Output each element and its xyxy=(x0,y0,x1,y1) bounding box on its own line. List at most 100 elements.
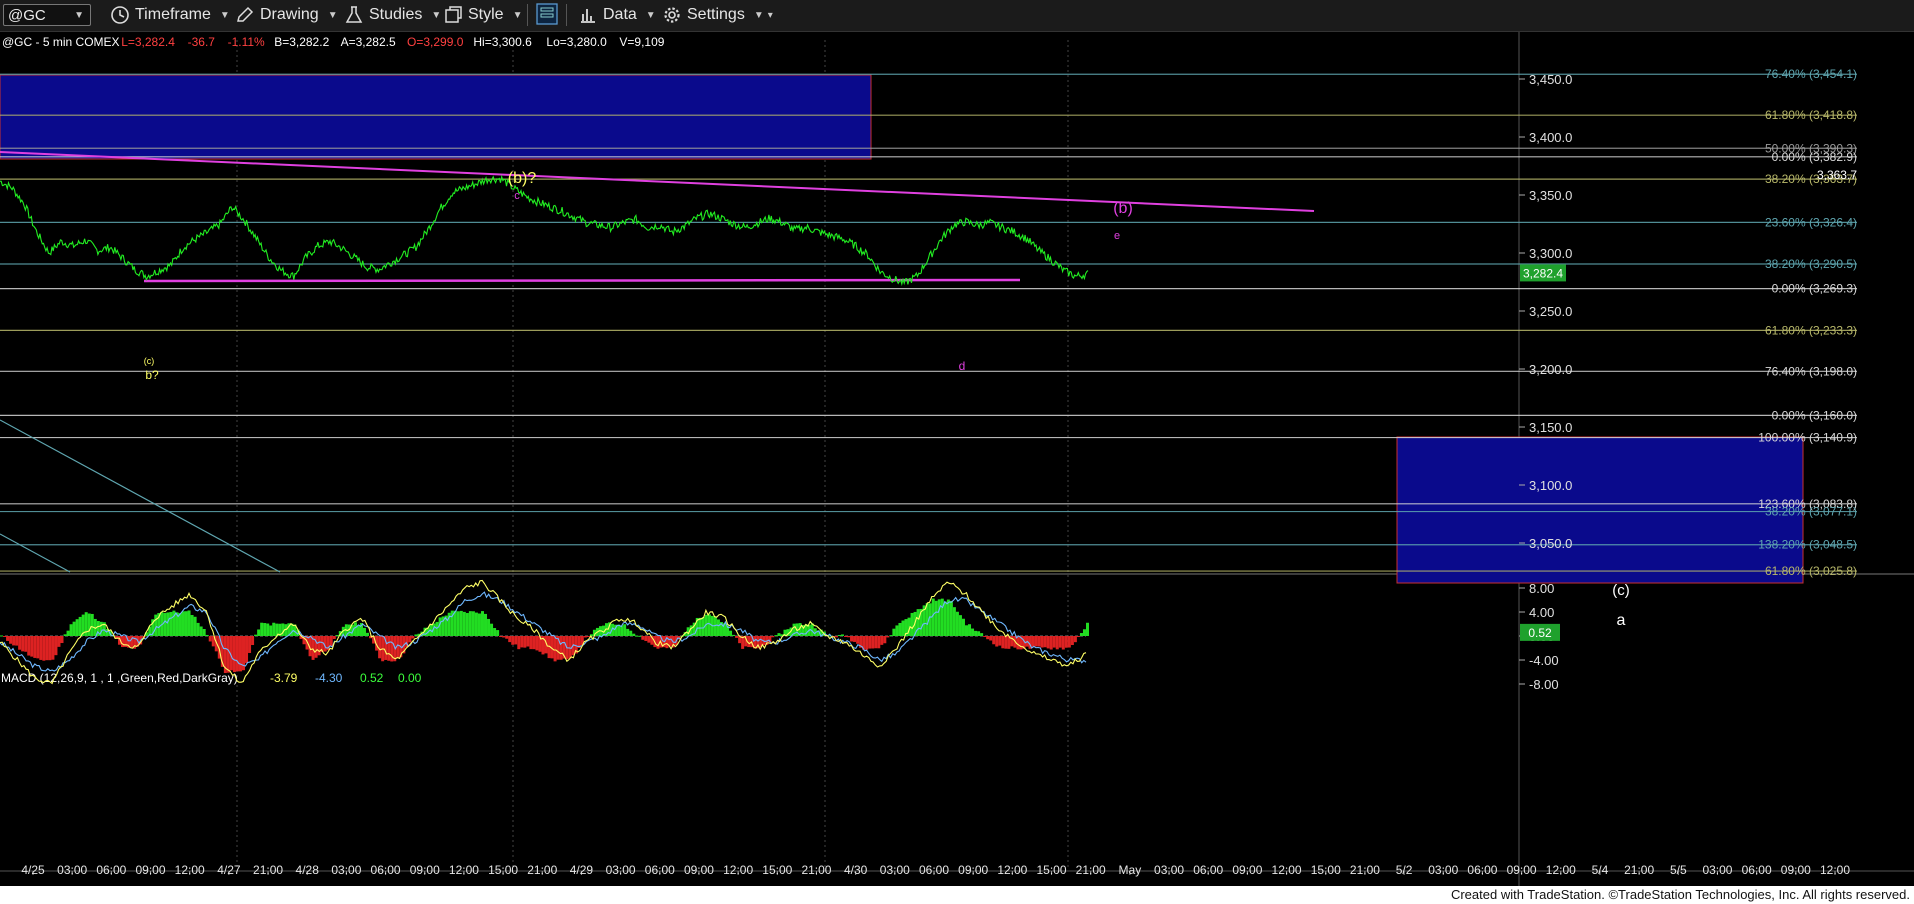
macd-histogram-bar xyxy=(66,630,70,636)
macd-histogram-bar xyxy=(9,636,13,644)
macd-histogram-bar xyxy=(623,624,627,636)
fib-label: 38.20% (3,290.5) xyxy=(1765,257,1857,271)
macd-histogram-bar xyxy=(226,636,230,673)
macd-histogram-bar xyxy=(958,615,962,636)
macd-histogram-bar xyxy=(87,613,91,636)
layout-button[interactable] xyxy=(535,3,564,25)
macd-histogram-bar xyxy=(18,636,22,650)
macd-histogram-bar xyxy=(21,636,25,652)
x-tick-label: 15:00 xyxy=(488,863,518,877)
x-tick-label: 12:00 xyxy=(723,863,753,877)
macd-histogram-bar xyxy=(974,630,978,636)
x-tick-label: 03:00 xyxy=(1428,863,1458,877)
macd-histogram-bar xyxy=(586,636,590,637)
x-tick-label: 12:00 xyxy=(175,863,205,877)
macd-histogram-bar xyxy=(33,636,37,658)
macd-y-tick-label: 4.00 xyxy=(1529,605,1554,620)
macd-histogram-bar xyxy=(889,635,893,637)
macd-histogram-bar xyxy=(1001,636,1005,649)
macd-histogram-bar xyxy=(877,636,881,649)
price-chart[interactable]: @GC - 5 min COMEX L=3,282.4 -36.7 -1.11% B=3… xyxy=(0,32,1914,886)
macd-histogram-bar xyxy=(774,635,778,637)
macd-histogram-bar xyxy=(245,636,249,664)
macd-histogram-bar xyxy=(729,630,733,636)
macd-histogram-bar xyxy=(626,628,630,636)
settings-menu[interactable]: Settings ▼ ▾ xyxy=(662,4,773,26)
macd-histogram-bar xyxy=(1067,636,1071,648)
timeframe-menu[interactable]: Timeframe ▼ xyxy=(110,4,230,26)
chevron-down-icon: ▼ xyxy=(753,9,764,21)
macd-histogram-bar xyxy=(272,622,276,636)
x-tick-label: 06:00 xyxy=(645,863,675,877)
macd-histogram-bar xyxy=(1079,633,1083,636)
macd-histogram-bar xyxy=(886,636,890,638)
macd-histogram-bar xyxy=(414,634,418,636)
x-tick-label: 09:00 xyxy=(410,863,440,877)
macd-y-tick-label: 8.00 xyxy=(1529,581,1554,596)
macd-readout: -3.79 xyxy=(270,671,298,685)
chevron-down-icon: ▼ xyxy=(645,9,656,21)
macd-histogram-bar xyxy=(1031,636,1035,647)
macd-histogram-bar xyxy=(840,634,844,636)
macd-histogram-bar xyxy=(1052,636,1056,648)
x-tick-label: 15:00 xyxy=(1311,863,1341,877)
macd-histogram-bar xyxy=(777,633,781,636)
macd-histogram-bar xyxy=(1004,636,1008,649)
macd-histogram-bar xyxy=(892,628,896,636)
data-menu[interactable]: Data ▼ xyxy=(578,4,656,26)
macd-histogram-bar xyxy=(583,636,587,638)
x-tick-label: 5/2 xyxy=(1396,863,1413,877)
macd-histogram-bar xyxy=(72,621,76,636)
fib-label: 0.00% (3,160.0) xyxy=(1772,408,1857,422)
timeframe-label: Timeframe xyxy=(135,6,211,23)
symbol-selector[interactable]: @GC ▼ xyxy=(3,4,91,26)
macd-histogram-bar xyxy=(865,636,869,650)
macd-histogram-bar xyxy=(1034,636,1038,647)
x-tick-label: 06:00 xyxy=(371,863,401,877)
macd-histogram-bar xyxy=(946,599,950,636)
macd-histogram-bar xyxy=(269,625,273,636)
macd-histogram-bar xyxy=(871,636,875,649)
chevron-down-icon: ▼ xyxy=(219,9,230,21)
macd-histogram-bar xyxy=(1055,636,1059,650)
style-menu[interactable]: Style ▼ xyxy=(443,4,522,26)
macd-histogram-bar xyxy=(366,632,370,636)
macd-histogram-bar xyxy=(1049,636,1053,650)
fib-label: 61.80% (3,233.3) xyxy=(1765,323,1857,337)
chevron-down-icon: ▼ xyxy=(74,10,84,21)
macd-histogram-bar xyxy=(916,609,920,636)
macd-histogram-bar xyxy=(707,614,711,636)
macd-histogram-bar xyxy=(856,636,860,644)
header-readout-5: A=3,282.5 xyxy=(341,35,396,49)
x-tick-label: 15:00 xyxy=(762,863,792,877)
macd-histogram-bar xyxy=(1010,636,1014,647)
macd-histogram-bar xyxy=(493,628,497,636)
macd-histogram-bar xyxy=(462,611,466,636)
macd-histogram-bar xyxy=(456,611,460,636)
macd-histogram-bar xyxy=(48,636,52,661)
macd-histogram-bar xyxy=(961,618,965,636)
y-tick-label: 3,100.0 xyxy=(1529,478,1572,493)
macd-histogram-bar xyxy=(644,636,648,642)
studies-menu[interactable]: Studies ▼ xyxy=(344,4,441,26)
flask-icon xyxy=(345,6,363,23)
x-tick-label: 03:00 xyxy=(57,863,87,877)
header-readout-7: Hi=3,300.6 xyxy=(473,35,532,49)
drawing-menu[interactable]: Drawing ▼ xyxy=(235,4,338,26)
macd-y-tick-label: -8.00 xyxy=(1529,677,1559,692)
macd-histogram-bar xyxy=(163,613,167,636)
macd-histogram-bar xyxy=(12,636,16,646)
macd-histogram-bar xyxy=(193,616,197,636)
lower-target-zone xyxy=(1396,436,1804,584)
macd-histogram-bar xyxy=(238,636,242,672)
macd-histogram-bar xyxy=(771,636,775,638)
macd-histogram-bar xyxy=(1073,636,1077,643)
settings-label: Settings xyxy=(687,6,745,23)
fib-label: 0.00% (3,382.9) xyxy=(1772,150,1857,164)
macd-histogram-bar xyxy=(6,636,10,641)
x-tick-label: 03:00 xyxy=(1154,863,1184,877)
studies-label: Studies xyxy=(369,6,423,23)
wave-label: (b)? xyxy=(508,170,537,187)
macd-histogram-bar xyxy=(42,636,46,661)
fib-label: 61.80% (3,025.8) xyxy=(1765,564,1857,578)
